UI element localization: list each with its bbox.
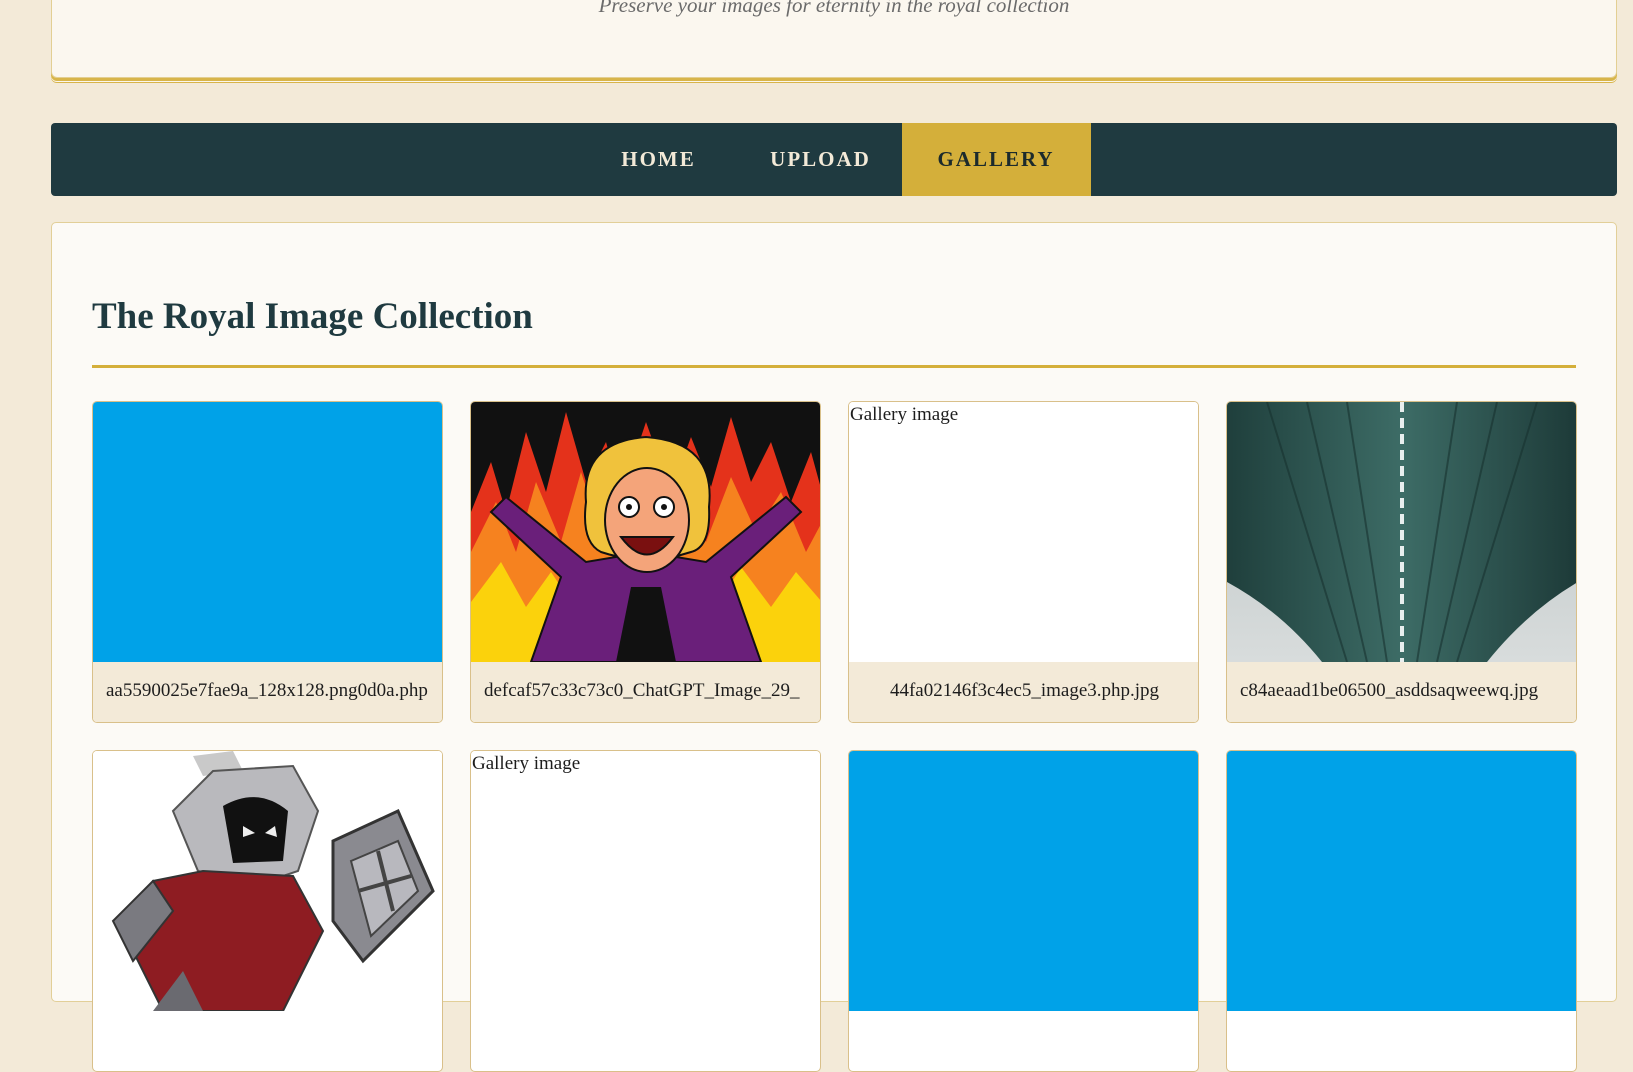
header-banner: Preserve your images for eternity in the…: [51, 0, 1617, 78]
gallery-filename: c84aeaad1be06500_asddsaqweewq.jpg: [1227, 662, 1576, 722]
gallery-thumbnail[interactable]: [93, 402, 442, 662]
nav-gallery-link[interactable]: Gallery: [901, 123, 1091, 196]
gallery-filename: aa5590025e7fae9a_128x128.png0d0a.php: [93, 662, 442, 722]
title-divider: [92, 365, 1576, 368]
gallery-panel: The Royal Image Collection aa5590025e7fa…: [51, 222, 1617, 1072]
gallery-card[interactable]: defcaf57c33c73c0_ChatGPT_Image_29_: [470, 401, 821, 723]
gallery-filename: 44fa02146f3c4ec5_image3.php.jpg: [849, 662, 1198, 722]
nav-upload-link[interactable]: Upload: [740, 123, 902, 196]
bridge-underside-image: [1227, 402, 1576, 662]
gallery-thumbnail[interactable]: Gallery image: [849, 402, 1198, 662]
cartoon-woman-flames-image: [471, 402, 820, 662]
gallery-card[interactable]: aa5590025e7fae9a_128x128.png0d0a.php: [92, 401, 443, 723]
image-alt-text: Gallery image: [472, 753, 581, 774]
gallery-title: The Royal Image Collection: [92, 296, 533, 337]
gallery-thumbnail[interactable]: [471, 402, 820, 662]
main-nav: Home Upload Gallery: [51, 123, 1617, 196]
gallery-card[interactable]: [1226, 750, 1577, 1072]
gallery-card[interactable]: [92, 750, 443, 1072]
gallery-card[interactable]: Gallery image: [470, 750, 821, 1072]
gallery-thumbnail[interactable]: [849, 751, 1198, 1011]
gallery-thumbnail[interactable]: [1227, 751, 1576, 1011]
armored-character-image: [93, 751, 442, 1011]
gallery-filename: defcaf57c33c73c0_ChatGPT_Image_29_: [471, 662, 820, 722]
gallery-card[interactable]: Gallery image 44fa02146f3c4ec5_image3.ph…: [848, 401, 1199, 723]
gallery-thumbnail[interactable]: [93, 751, 442, 1011]
site-tagline: Preserve your images for eternity in the…: [598, 0, 1070, 17]
image-alt-text: Gallery image: [850, 404, 959, 425]
gallery-thumbnail[interactable]: [1227, 402, 1576, 662]
nav-home-link[interactable]: Home: [578, 123, 740, 196]
gallery-card[interactable]: c84aeaad1be06500_asddsaqweewq.jpg: [1226, 401, 1577, 723]
gallery-grid: aa5590025e7fae9a_128x128.png0d0a.php def…: [92, 401, 1577, 1072]
gallery-thumbnail[interactable]: Gallery image: [471, 751, 820, 1011]
gallery-card[interactable]: [848, 750, 1199, 1072]
